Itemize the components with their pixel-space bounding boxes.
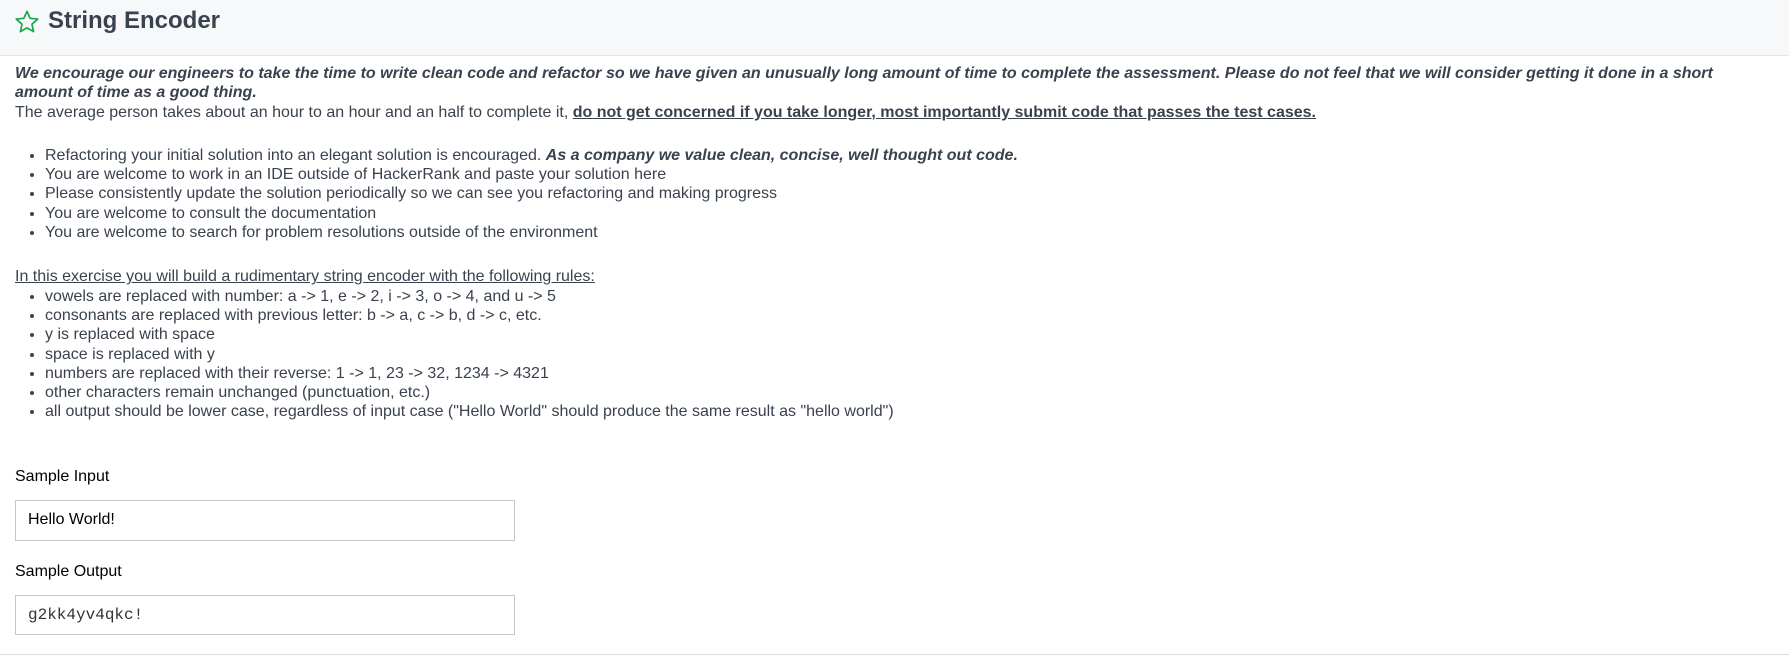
tips-list: Refactoring your initial solution into a… (15, 146, 1775, 242)
tip-emphasis: As a company we value clean, concise, we… (545, 146, 1018, 164)
list-item: all output should be lower case, regardl… (45, 402, 1775, 421)
average-time-prefix: The average person takes about an hour t… (15, 103, 573, 121)
list-item: You are welcome to work in an IDE outsid… (45, 165, 1775, 184)
list-item: You are welcome to search for problem re… (45, 223, 1775, 242)
page-title: String Encoder (48, 7, 221, 34)
intro-paragraph: We encourage our engineers to take the t… (15, 65, 1713, 102)
rules-list: vowels are replaced with number: a -> 1,… (15, 287, 1775, 422)
divider (0, 654, 1789, 655)
sample-input-box: Hello World! (15, 499, 515, 541)
tip-plain: Refactoring your initial solution into a… (45, 146, 546, 164)
list-item: numbers are replaced with their reverse:… (45, 364, 1775, 383)
rules-heading: In this exercise you will build a rudime… (15, 268, 595, 286)
sample-output-label: Sample Output (15, 562, 122, 580)
list-item: vowels are replaced with number: a -> 1,… (45, 287, 1775, 306)
average-time-emphasis: do not get concerned if you take longer,… (572, 103, 1316, 121)
sample-input-label: Sample Input (15, 467, 110, 485)
list-item: Please consistently update the solution … (45, 184, 1775, 203)
list-item: consonants are replaced with previous le… (45, 306, 1775, 325)
list-item: y is replaced with space (45, 325, 1775, 344)
average-time-note: The average person takes about an hour t… (15, 103, 1775, 122)
list-item: other characters remain unchanged (punct… (45, 383, 1775, 402)
list-item: space is replaced with y (45, 345, 1775, 364)
list-item: Refactoring your initial solution into a… (45, 146, 1775, 165)
challenge-header: String Encoder (0, 0, 1789, 56)
problem-statement: We encourage our engineers to take the t… (0, 56, 1789, 422)
star-icon[interactable] (14, 9, 40, 35)
list-item: You are welcome to consult the documenta… (45, 204, 1775, 223)
sample-output-box: g2kk4yv4qkc! (15, 594, 515, 635)
